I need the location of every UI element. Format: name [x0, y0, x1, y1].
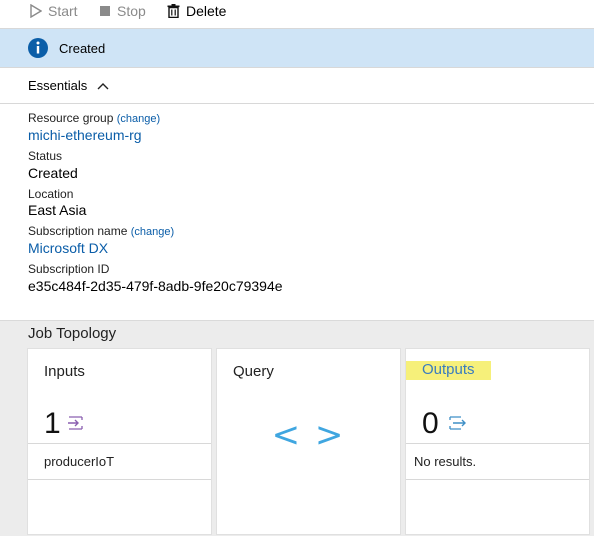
- essentials-toggle[interactable]: Essentials: [28, 78, 109, 93]
- outputs-title: Outputs: [406, 361, 491, 380]
- location-value: East Asia: [28, 202, 87, 218]
- resource-group-change-link[interactable]: (change): [117, 113, 160, 125]
- status-banner: Created: [0, 29, 594, 67]
- outputs-divider: [406, 443, 589, 444]
- stop-icon: [99, 5, 111, 17]
- essentials-header: Essentials: [28, 78, 88, 93]
- query-tile[interactable]: Query < >: [217, 349, 400, 534]
- subscription-name-link[interactable]: Microsoft DX: [28, 240, 108, 256]
- chevron-up-icon: [97, 82, 109, 90]
- info-icon: [27, 37, 49, 64]
- input-item-producer[interactable]: producerIoT: [44, 454, 114, 469]
- delete-label: Delete: [186, 3, 227, 19]
- start-button[interactable]: Start: [30, 0, 78, 22]
- resource-group-label-row: Resource group (change): [28, 111, 160, 125]
- outputs-empty-text: No results.: [414, 454, 477, 469]
- resource-group-label: Resource group: [28, 111, 114, 125]
- play-icon: [30, 4, 42, 18]
- resource-group-link[interactable]: michi-ethereum-rg: [28, 127, 142, 143]
- inputs-divider-2: [28, 479, 211, 480]
- outputs-title-wrap: Outputs: [406, 361, 491, 380]
- job-topology-section: Job Topology Inputs 1 producerIoT Query …: [0, 320, 594, 536]
- trash-icon: [167, 4, 180, 18]
- start-label: Start: [48, 3, 78, 19]
- outputs-divider-2: [406, 479, 589, 480]
- subscription-name-label-row: Subscription name (change): [28, 224, 174, 238]
- subscription-id-value: e35c484f-2d35-479f-8adb-9fe20c79394e: [28, 278, 283, 294]
- stop-label: Stop: [117, 3, 146, 19]
- essentials-divider: [0, 103, 594, 104]
- subscription-id-label: Subscription ID: [28, 262, 110, 276]
- query-title: Query: [233, 363, 274, 380]
- output-arrow-icon: [447, 415, 467, 436]
- inputs-tile[interactable]: Inputs 1 producerIoT: [28, 349, 211, 534]
- job-topology-title: Job Topology: [28, 325, 117, 342]
- inputs-count: 1: [44, 407, 61, 440]
- delete-button[interactable]: Delete: [167, 0, 226, 22]
- status-divider: [0, 67, 594, 68]
- inputs-title: Inputs: [44, 363, 85, 380]
- subscription-name-label: Subscription name: [28, 224, 128, 238]
- outputs-count: 0: [422, 407, 439, 440]
- outputs-tile[interactable]: Outputs 0 No results.: [406, 349, 589, 534]
- query-glyph: < >: [271, 415, 346, 455]
- inputs-divider: [28, 443, 211, 444]
- input-arrow-icon: [67, 415, 85, 436]
- status-label: Status: [28, 149, 63, 163]
- code-brackets-icon: < >: [217, 415, 400, 455]
- location-label: Location: [28, 187, 74, 201]
- subscription-change-link[interactable]: (change): [131, 226, 174, 238]
- stop-button[interactable]: Stop: [99, 0, 146, 22]
- status-value: Created: [28, 165, 78, 181]
- command-bar: Start Stop Delete: [0, 0, 594, 28]
- status-text: Created: [59, 41, 106, 56]
